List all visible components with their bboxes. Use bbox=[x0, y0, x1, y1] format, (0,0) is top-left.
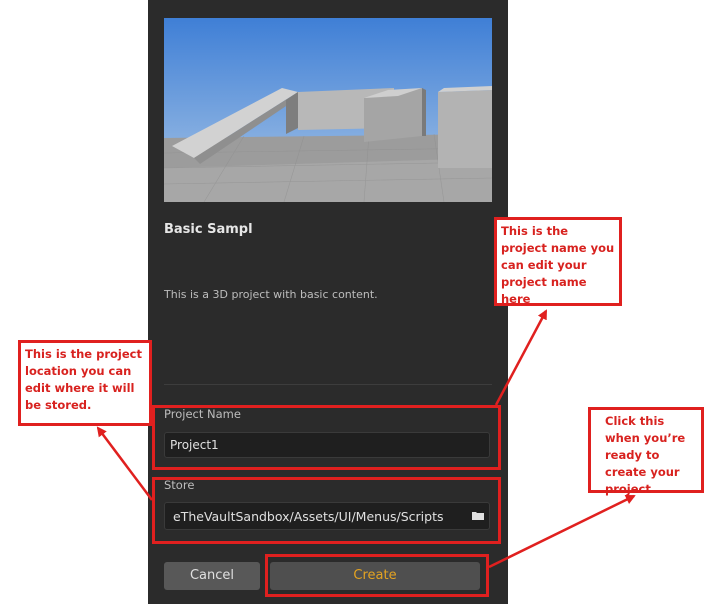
annotation-arrows bbox=[96, 309, 636, 569]
